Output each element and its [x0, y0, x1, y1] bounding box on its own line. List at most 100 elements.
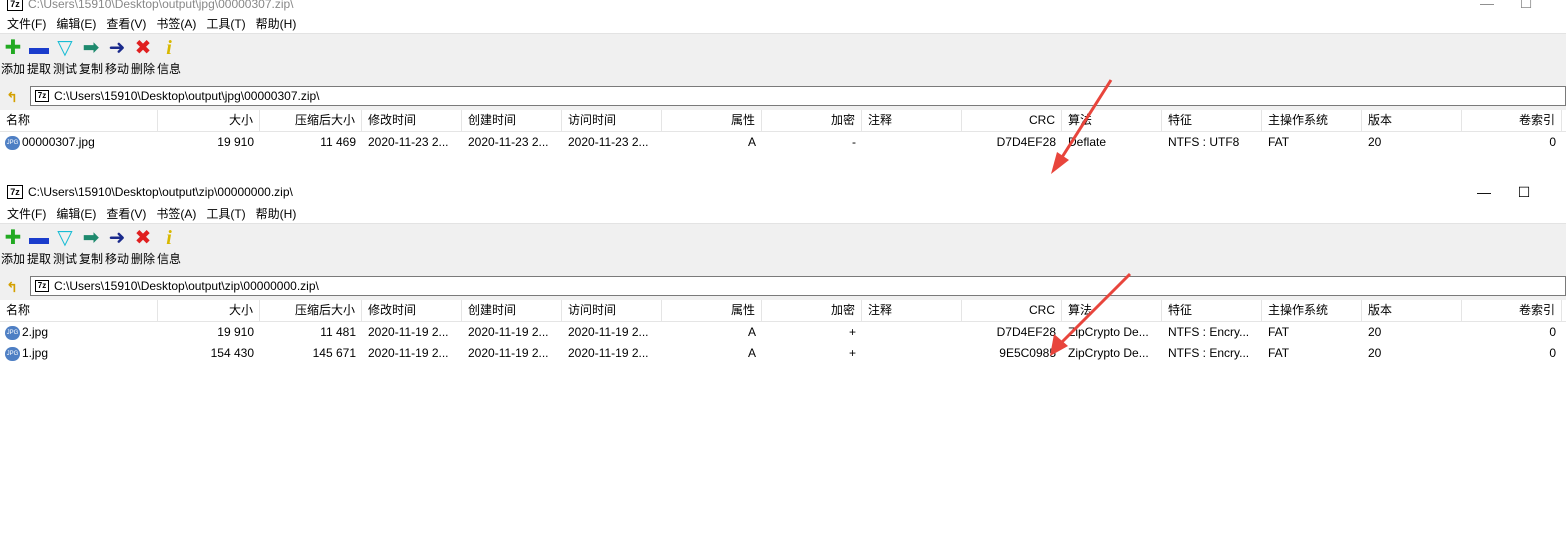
title-bar[interactable]: 7z C:\Users\15910\Desktop\output\zip\000…	[0, 182, 1566, 204]
file-row[interactable]: JPG 1.jpg 154 430 145 671 2020-11-19 2... 202…	[0, 343, 1566, 364]
cell-comment	[862, 322, 962, 343]
menu-help[interactable]: 帮助(H)	[251, 15, 302, 32]
cell-packed: 11 481	[320, 325, 356, 339]
cell-accessed: 2020-11-19 2...	[568, 346, 649, 360]
column-header-method[interactable]: 算法	[1062, 300, 1162, 321]
column-header-name[interactable]: 名称	[0, 300, 158, 321]
cell-crc: D7D4EF28	[996, 135, 1056, 149]
menu-edit[interactable]: 编辑(E)	[51, 205, 101, 222]
menu-edit[interactable]: 编辑(E)	[51, 15, 101, 32]
7zip-app-icon: 7z	[7, 0, 23, 11]
toolbar-label: 复制	[78, 62, 103, 76]
file-row[interactable]: JPG 00000307.jpg 19 910 11 469 2020-11-23 2.…	[0, 132, 1566, 153]
toolbar-label: 提取	[26, 252, 51, 266]
toolbar-add-button[interactable]: ✚ 添加	[0, 34, 26, 84]
cell-size: 19 910	[217, 325, 254, 339]
toolbar-info-button[interactable]: i 信息	[156, 34, 182, 84]
toolbar-label: 提取	[26, 62, 51, 76]
cell-name: JPG 00000307.jpg	[0, 132, 158, 153]
column-header-comment[interactable]: 注释	[862, 300, 962, 321]
cell-modified: 2020-11-19 2...	[368, 325, 449, 339]
file-row[interactable]: JPG 2.jpg 19 910 11 481 2020-11-19 2... 2020-…	[0, 322, 1566, 343]
column-header-packed[interactable]: 压缩后大小	[260, 300, 362, 321]
column-header-method[interactable]: 算法	[1062, 110, 1162, 131]
column-header-packed[interactable]: 压缩后大小	[260, 110, 362, 131]
column-header-version[interactable]: 版本	[1362, 300, 1462, 321]
column-header-created[interactable]: 创建时间	[462, 300, 562, 321]
toolbar-extract-button[interactable]: ▬ 提取	[26, 34, 52, 84]
toolbar-label: 测试	[52, 252, 77, 266]
menu-file[interactable]: 文件(F)	[2, 15, 51, 32]
file-name: 2.jpg	[22, 325, 49, 339]
cell-crc: 9E5C0985	[999, 346, 1056, 360]
maximize-button[interactable]: ☐	[1514, 183, 1534, 201]
toolbar-extract-button[interactable]: ▬ 提取	[26, 224, 52, 274]
column-header-created[interactable]: 创建时间	[462, 110, 562, 131]
column-header-encrypted[interactable]: 加密	[762, 300, 862, 321]
column-header-size[interactable]: 大小	[158, 110, 260, 131]
window-title: C:\Users\15910\Desktop\output\zip\000000…	[28, 185, 293, 199]
cell-packed: 11 469	[320, 135, 356, 149]
maximize-button[interactable]: ☐	[1516, 0, 1536, 12]
toolbar-move-button[interactable]: ➜ 移动	[104, 34, 130, 84]
menu-bookmarks[interactable]: 书签(A)	[151, 15, 201, 32]
menu-bookmarks[interactable]: 书签(A)	[151, 205, 201, 222]
toolbar-move-button[interactable]: ➜ 移动	[104, 224, 130, 274]
toolbar-copy-button[interactable]: ➡ 复制	[78, 224, 104, 274]
menu-view[interactable]: 查看(V)	[101, 205, 151, 222]
toolbar-delete-button[interactable]: ✖ 删除	[130, 34, 156, 84]
column-header-characteristics[interactable]: 特征	[1162, 110, 1262, 131]
column-header-accessed[interactable]: 访问时间	[562, 110, 662, 131]
toolbar-label: 复制	[78, 252, 103, 266]
cell-accessed: 2020-11-19 2...	[568, 325, 649, 339]
column-header-encrypted[interactable]: 加密	[762, 110, 862, 131]
menu-help[interactable]: 帮助(H)	[251, 205, 302, 222]
column-header-comment[interactable]: 注释	[862, 110, 962, 131]
column-header-crc[interactable]: CRC	[962, 300, 1062, 321]
toolbar-test-button[interactable]: ▽ 测试	[52, 224, 78, 274]
cell-version: 20	[1368, 346, 1382, 360]
column-header-crc[interactable]: CRC	[962, 110, 1062, 131]
address-field[interactable]: 7z C:\Users\15910\Desktop\output\zip\000…	[30, 276, 1566, 296]
address-bar: ↰ 7z C:\Users\15910\Desktop\output\zip\0…	[0, 274, 1566, 300]
minimize-button[interactable]: —	[1474, 183, 1494, 201]
column-header-modified[interactable]: 修改时间	[362, 300, 462, 321]
menu-file[interactable]: 文件(F)	[2, 205, 51, 222]
toolbar-label: 删除	[130, 62, 155, 76]
menu-tools[interactable]: 工具(T)	[201, 15, 250, 32]
column-header-attr[interactable]: 属性	[662, 110, 762, 131]
toolbar-info-button[interactable]: i 信息	[156, 224, 182, 274]
cell-size: 19 910	[217, 135, 254, 149]
column-header-host_os[interactable]: 主操作系统	[1262, 300, 1362, 321]
toolbar-copy-button[interactable]: ➡ 复制	[78, 34, 104, 84]
menu-view[interactable]: 查看(V)	[101, 15, 151, 32]
address-field[interactable]: 7z C:\Users\15910\Desktop\output\jpg\000…	[30, 86, 1566, 106]
cell-name: JPG 1.jpg	[0, 343, 158, 364]
toolbar-test-button[interactable]: ▽ 测试	[52, 34, 78, 84]
column-header-size[interactable]: 大小	[158, 300, 260, 321]
column-header-characteristics[interactable]: 特征	[1162, 300, 1262, 321]
menu-bar: 文件(F) 编辑(E) 查看(V) 书签(A) 工具(T) 帮助(H)	[0, 204, 1566, 223]
column-header-volume[interactable]: 卷索引	[1462, 110, 1562, 131]
column-header-accessed[interactable]: 访问时间	[562, 300, 662, 321]
menu-bar: 文件(F) 编辑(E) 查看(V) 书签(A) 工具(T) 帮助(H)	[0, 14, 1566, 33]
column-header-version[interactable]: 版本	[1362, 110, 1462, 131]
minimize-button[interactable]: —	[1477, 0, 1497, 12]
menu-tools[interactable]: 工具(T)	[201, 205, 250, 222]
address-bar: ↰ 7z C:\Users\15910\Desktop\output\jpg\0…	[0, 84, 1566, 110]
column-header-modified[interactable]: 修改时间	[362, 110, 462, 131]
extract-icon: ▬	[29, 227, 49, 249]
column-header-volume[interactable]: 卷索引	[1462, 300, 1562, 321]
title-bar[interactable]: 7z C:\Users\15910\Desktop\output\jpg\000…	[0, 0, 1566, 14]
column-header-row: 名称 大小 压缩后大小 修改时间 创建时间 访问时间 属性 加密 注释 CRC 算法 特征 主操作系统版…	[0, 300, 1566, 322]
toolbar-label: 移动	[104, 252, 129, 266]
column-header-attr[interactable]: 属性	[662, 300, 762, 321]
archive-window-1: 7z C:\Users\15910\Desktop\output\jpg\000…	[0, 0, 1566, 178]
toolbar-delete-button[interactable]: ✖ 删除	[130, 224, 156, 274]
column-header-name[interactable]: 名称	[0, 110, 158, 131]
address-text: C:\Users\15910\Desktop\output\jpg\000003…	[54, 89, 320, 103]
toolbar-add-button[interactable]: ✚ 添加	[0, 224, 26, 274]
column-header-host_os[interactable]: 主操作系统	[1262, 110, 1362, 131]
up-folder-icon[interactable]: ↰	[4, 89, 20, 105]
up-folder-icon[interactable]: ↰	[4, 279, 20, 295]
